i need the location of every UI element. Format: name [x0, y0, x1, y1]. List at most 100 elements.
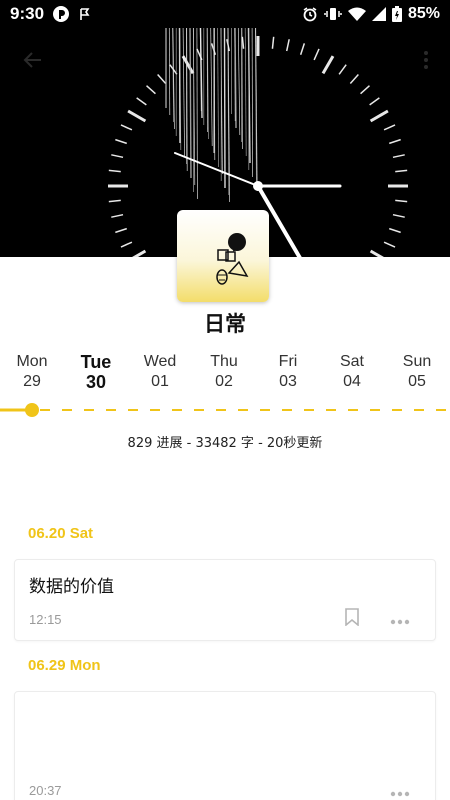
week-timeline [0, 403, 450, 417]
day-number: 04 [343, 373, 361, 390]
cover-illustration-icon [216, 233, 249, 285]
clock-tick [127, 109, 147, 123]
status-time: 9:30 [10, 4, 45, 23]
light-streak [168, 28, 171, 116]
clock-tick [108, 199, 121, 203]
day-fri[interactable]: Fri 03 [256, 352, 320, 392]
clock-tick [392, 154, 405, 159]
notebook-cover[interactable] [177, 210, 269, 302]
clock-tick [181, 55, 195, 75]
entry-more-button[interactable] [387, 780, 413, 800]
clock-tick [120, 124, 133, 131]
clock-tick [392, 213, 405, 218]
bookmark-button[interactable] [341, 608, 363, 630]
light-streak [234, 28, 237, 129]
clock-tick [271, 36, 275, 49]
clock-tick [299, 43, 306, 55]
entry-card[interactable]: 数据的价值 12:15 [14, 559, 436, 641]
battery-icon [391, 6, 402, 22]
light-streak [237, 28, 241, 136]
entry-more-button[interactable] [387, 608, 413, 630]
clock-tick [241, 36, 245, 49]
light-streak [186, 28, 188, 172]
clock-tick [146, 85, 156, 95]
back-button[interactable] [16, 46, 48, 78]
entry-date-header: 06.29 Mon [28, 657, 101, 674]
light-streak [241, 28, 243, 150]
battery-level: 85% [407, 5, 440, 22]
alarm-icon [302, 6, 318, 22]
entry-time: 12:15 [29, 612, 62, 627]
clock-tick [132, 249, 147, 257]
clock-tick [349, 74, 359, 84]
day-name: Sat [339, 353, 364, 370]
day-number: 01 [151, 373, 169, 390]
status-bar: 9:30 85% [0, 0, 450, 28]
clock-tick [115, 138, 127, 145]
arrow-left-icon [21, 49, 43, 75]
clock-tick [389, 227, 401, 234]
day-thu[interactable]: Thu 02 [192, 352, 256, 392]
clock-tick [108, 169, 121, 173]
light-streak [199, 28, 203, 119]
clock-tick [369, 109, 389, 123]
clock-tick [360, 85, 370, 95]
clock-tick [383, 241, 396, 248]
day-number: 30 [85, 372, 107, 392]
day-name: Mon [16, 353, 48, 370]
light-streak [196, 28, 198, 200]
more-horizontal-icon [390, 610, 410, 629]
day-name: Tue [80, 352, 112, 372]
clock-tick [285, 39, 290, 52]
clock-tick [157, 74, 167, 84]
day-name: Thu [210, 353, 238, 370]
clock-tick [338, 64, 347, 75]
entry-date-header: 06.20 Sat [28, 525, 94, 542]
light-streak [244, 28, 247, 157]
entry-title: 数据的价值 [29, 577, 114, 597]
light-streak [182, 28, 185, 158]
clock-tick [111, 154, 124, 159]
day-wed[interactable]: Wed 01 [128, 352, 192, 392]
pocketcasts-icon [52, 5, 70, 23]
notebook-title: 日常 [204, 312, 246, 336]
day-number: 02 [215, 373, 233, 390]
notebook-stats: 829 进展 - 33482 字 - 20秒更新 [127, 436, 323, 451]
clock-tick [383, 124, 396, 131]
clock-tick [120, 241, 133, 248]
day-tue[interactable]: Tue 30 [64, 352, 128, 392]
day-number: 05 [408, 373, 426, 390]
more-options-button[interactable] [414, 46, 438, 78]
light-streak [223, 28, 226, 189]
light-streak [217, 28, 219, 168]
light-streak [189, 28, 192, 179]
signal-icon [371, 7, 386, 21]
clock-tick [111, 213, 124, 218]
clock-tick [321, 55, 335, 75]
day-number: 29 [23, 373, 41, 390]
day-name: Fri [278, 353, 298, 370]
day-sat[interactable]: Sat 04 [320, 352, 384, 392]
clock-tick [136, 97, 147, 106]
flag-icon [78, 7, 92, 21]
clock-tick [389, 138, 401, 145]
day-mon[interactable]: Mon 29 [0, 352, 64, 392]
day-number: 03 [279, 373, 297, 390]
vibrate-icon [324, 6, 342, 22]
clock-tick [395, 169, 408, 173]
more-vertical-icon [423, 50, 429, 74]
clock-tick [115, 227, 127, 234]
entry-card[interactable]: 20:37 [14, 691, 436, 800]
clock-tick [313, 48, 320, 61]
clock-center [253, 181, 263, 191]
clock-tick [369, 249, 384, 257]
more-horizontal-icon [390, 782, 410, 800]
day-sun[interactable]: Sun 05 [385, 352, 449, 392]
timeline-marker[interactable] [25, 403, 39, 417]
bookmark-icon [345, 608, 359, 630]
light-streak [251, 28, 253, 178]
clock-tick [395, 199, 408, 203]
entry-time: 20:37 [29, 783, 62, 798]
clock-tick [369, 97, 380, 106]
week-strip: Mon 29 Tue 30 Wed 01 Thu 02 Fri 03 Sat 0… [0, 352, 450, 396]
